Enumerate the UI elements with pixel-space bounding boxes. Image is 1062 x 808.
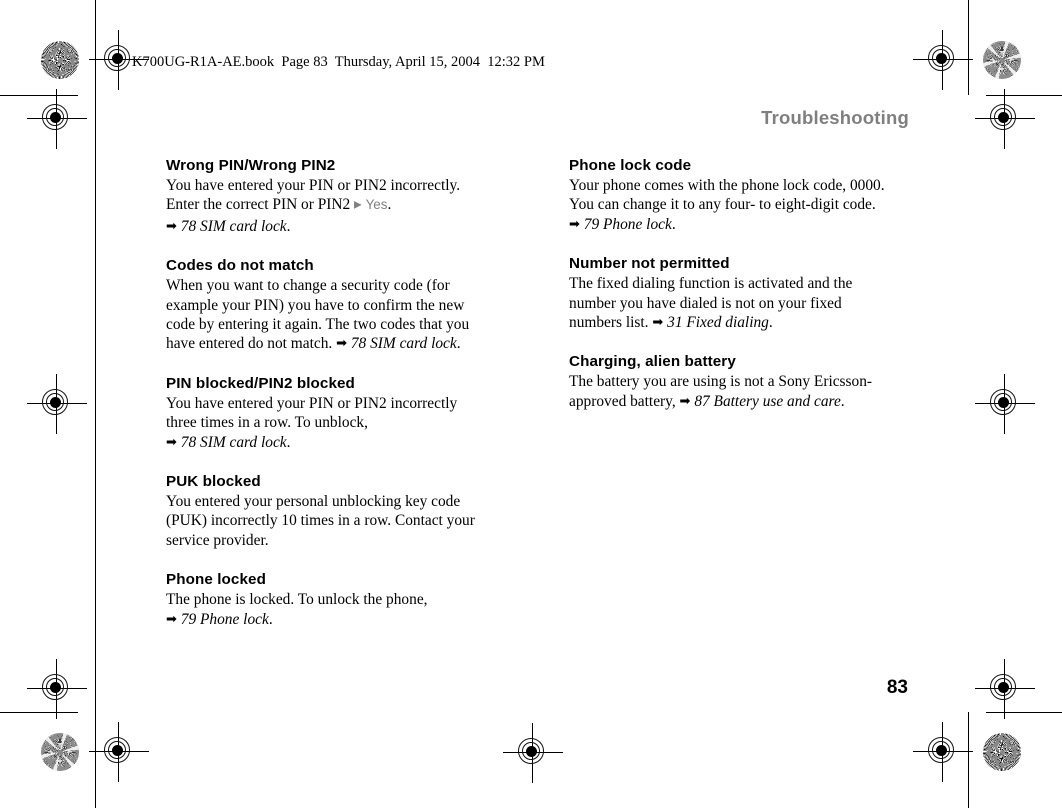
body-line: Your phone comes with the phone lock cod… xyxy=(569,177,885,194)
section-heading: Wrong PIN/Wrong PIN2 xyxy=(166,157,336,174)
cross-reference-link[interactable]: 79 Phone lock xyxy=(584,216,672,233)
content-block: PUK blocked You entered your personal unb… xyxy=(166,472,511,550)
registration-mark-left-middle xyxy=(27,374,87,434)
cross-reference-link[interactable]: 31 Fixed dialing xyxy=(667,314,769,331)
body-line: When you want to change a security code … xyxy=(166,277,450,295)
body-line: . xyxy=(768,314,773,332)
section-paragraph: Your phone comes with the phone lock cod… xyxy=(569,176,914,234)
content-block: Codes do not match When you want to chang… xyxy=(166,256,511,354)
trim-line-right-bottom xyxy=(968,712,969,808)
star-density-target-bottom-right xyxy=(983,733,1021,771)
trim-line-right-top xyxy=(968,0,969,95)
page-number: 83 xyxy=(886,677,908,698)
section-paragraph: When you want to change a security code … xyxy=(166,276,511,354)
running-header: Troubleshooting xyxy=(761,107,909,128)
play-triangle-icon: ▶ xyxy=(354,199,362,211)
body-line: The fixed dialing function is activated … xyxy=(569,275,853,293)
body-line: You entered your personal unblocking key… xyxy=(166,493,461,511)
body-line: . xyxy=(840,392,845,410)
softkey-reference: ▶ Yes xyxy=(354,196,387,213)
section-heading: PUK blocked xyxy=(166,473,261,491)
body-line: code by entering it again. The two codes… xyxy=(166,316,470,334)
cross-reference-arrow-icon: ➡ xyxy=(166,611,177,627)
star-density-target-top-left xyxy=(41,41,79,79)
body-line: The battery you are using is not a Sony … xyxy=(569,373,873,391)
cross-reference-arrow-icon: ➡ xyxy=(652,315,664,331)
section-paragraph: You have entered your PIN or PIN2 incorr… xyxy=(166,394,511,452)
section-paragraph: The battery you are using is not a Sony … xyxy=(569,372,914,411)
section-heading: Number not permitted xyxy=(569,255,730,273)
body-line: service provider. xyxy=(166,531,269,549)
cross-reference-arrow-icon: ➡ xyxy=(569,216,580,232)
content-block: PIN blocked/PIN2 blocked You have entered… xyxy=(166,374,511,452)
body-line: . xyxy=(456,335,461,353)
registration-mark-left-bottom xyxy=(27,659,87,719)
content-block: Number not permitted The fixed dialing fu… xyxy=(569,254,914,332)
registration-mark-right-bottom xyxy=(975,659,1035,719)
section-paragraph: You entered your personal unblocking key… xyxy=(166,492,511,550)
cross-reference-arrow-icon: ➡ xyxy=(679,393,691,409)
section-heading: Phone locked xyxy=(166,571,266,589)
registration-mark-top-right-inner xyxy=(913,30,973,90)
section-paragraph: You have entered your PIN or PIN2 incorr… xyxy=(166,176,511,236)
cross-reference-arrow-icon: ➡ xyxy=(336,336,347,352)
body-line: numbers list. xyxy=(569,314,653,332)
body-line: Enter the correct PIN or PIN2 xyxy=(166,196,355,214)
registration-mark-right-top xyxy=(975,89,1035,149)
section-heading: PIN blocked/PIN2 blocked xyxy=(166,374,355,392)
body-line: . xyxy=(286,433,291,451)
body-line: . xyxy=(286,217,291,235)
body-line: . xyxy=(671,215,676,233)
trim-line-bottom-left xyxy=(0,712,78,713)
registration-mark-left-top xyxy=(27,89,87,149)
trim-line-top-right xyxy=(986,95,1062,96)
registration-mark-bottom-right-inner xyxy=(913,722,973,782)
body-line: You have entered your PIN or PIN2 incorr… xyxy=(166,394,458,412)
body-line: example your PIN) you have to confirm th… xyxy=(166,296,465,314)
section-heading: Phone lock code xyxy=(569,157,692,174)
star-density-target-top-right xyxy=(983,41,1021,79)
section-heading: Codes do not match xyxy=(166,257,314,275)
cross-reference-link[interactable]: 79 Phone lock xyxy=(181,611,269,628)
registration-mark-bottom-center xyxy=(503,723,563,783)
softkey-label: Yes xyxy=(365,197,388,213)
star-density-target-bottom-left xyxy=(41,733,79,771)
body-line: . xyxy=(268,610,273,628)
page-body: Wrong PIN/Wrong PIN2 You have entered you… xyxy=(166,156,914,629)
content-block: Phone lock code Your phone comes with the… xyxy=(569,156,914,234)
registration-mark-bottom-left-inner xyxy=(89,722,149,782)
section-paragraph: The fixed dialing function is activated … xyxy=(569,274,914,332)
column-right: Phone lock code Your phone comes with the… xyxy=(569,156,914,629)
cross-reference-link[interactable]: 87 Battery use and care xyxy=(694,393,840,410)
column-left: Wrong PIN/Wrong PIN2 You have entered you… xyxy=(166,156,511,629)
cross-reference-arrow-icon: ➡ xyxy=(166,434,177,450)
body-line: have entered do not match. xyxy=(166,335,337,353)
trim-line-top-left xyxy=(0,95,78,96)
body-line: You have entered your PIN or PIN2 incorr… xyxy=(166,177,461,194)
body-line: approved battery, xyxy=(569,392,680,410)
section-paragraph: The phone is locked. To unlock the phone… xyxy=(166,590,511,629)
body-line: . xyxy=(387,196,392,214)
trim-line-bottom-right xyxy=(986,712,1062,713)
body-line: number you have dialed is not on your fi… xyxy=(569,294,842,312)
body-line: (PUK) incorrectly 10 times in a row. Con… xyxy=(166,512,475,530)
body-line: three times in a row. To unblock, xyxy=(166,414,368,432)
content-block: Wrong PIN/Wrong PIN2 You have entered you… xyxy=(166,156,511,236)
registration-mark-right-middle xyxy=(975,374,1035,434)
cross-reference-arrow-icon: ➡ xyxy=(166,218,177,234)
content-block: Phone locked The phone is locked. To unlo… xyxy=(166,570,511,629)
content-block: Charging, alien battery The battery you a… xyxy=(569,352,914,411)
trim-line-left xyxy=(95,0,96,808)
body-line: You can change it to any four- to eight-… xyxy=(569,196,876,214)
file-stamp: K700UG-R1A-AE.book Page 83 Thursday, Apr… xyxy=(132,54,545,70)
body-line: The phone is locked. To unlock the phone… xyxy=(166,591,428,609)
cross-reference-link[interactable]: 78 SIM card lock xyxy=(351,335,457,352)
cross-reference-link[interactable]: 78 SIM card lock xyxy=(181,434,287,451)
cross-reference-link[interactable]: 78 SIM card lock xyxy=(181,218,287,235)
section-heading: Charging, alien battery xyxy=(569,353,736,371)
